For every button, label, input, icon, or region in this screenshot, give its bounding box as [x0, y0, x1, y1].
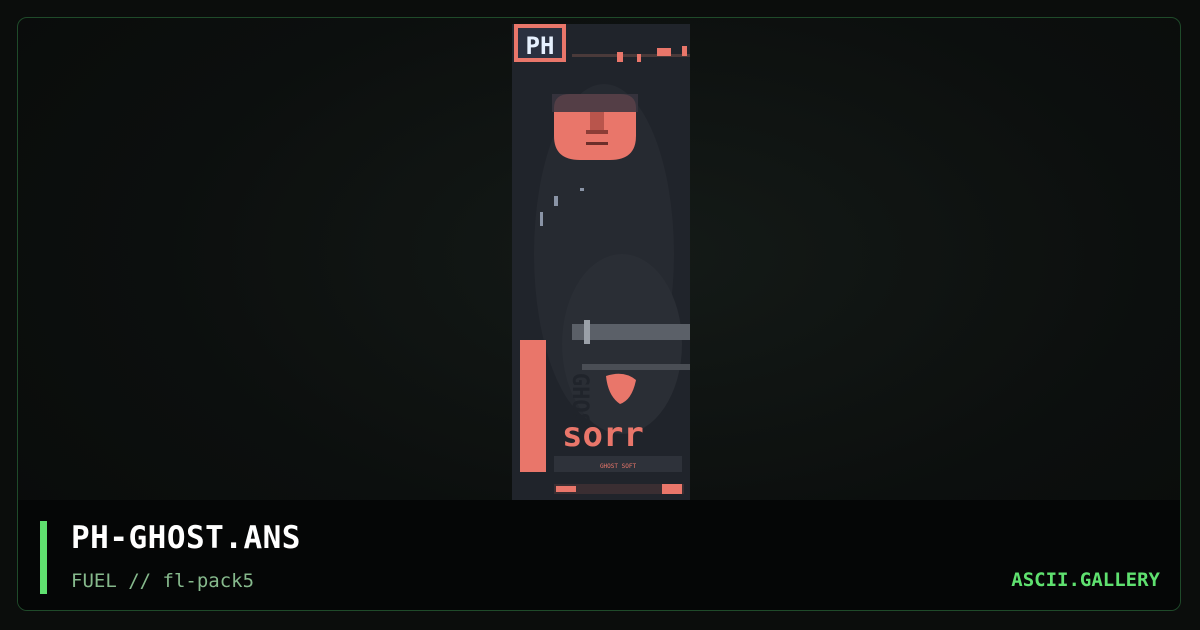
artwork-main-text: sorr	[562, 415, 644, 455]
artwork-byline: FUEL // fl-pack5	[71, 570, 255, 592]
caption-bar: PH-GHOST.ANS FUEL // fl-pack5 ASCII.GALL…	[18, 500, 1180, 610]
accent-bar	[40, 521, 47, 594]
site-brand: ASCII.GALLERY	[1011, 569, 1160, 591]
artwork-logo-text: PH	[526, 32, 555, 60]
artwork-footer-text: GHOST SOFT	[600, 463, 637, 470]
ansi-artwork-thumbnail: PH GHOST sorr GHOST SOFT	[512, 24, 690, 500]
artwork-title: PH-GHOST.ANS	[71, 520, 301, 556]
preview-card: PH GHOST sorr GHOST SOFT PH-GHOST.ANS FU…	[17, 17, 1181, 611]
